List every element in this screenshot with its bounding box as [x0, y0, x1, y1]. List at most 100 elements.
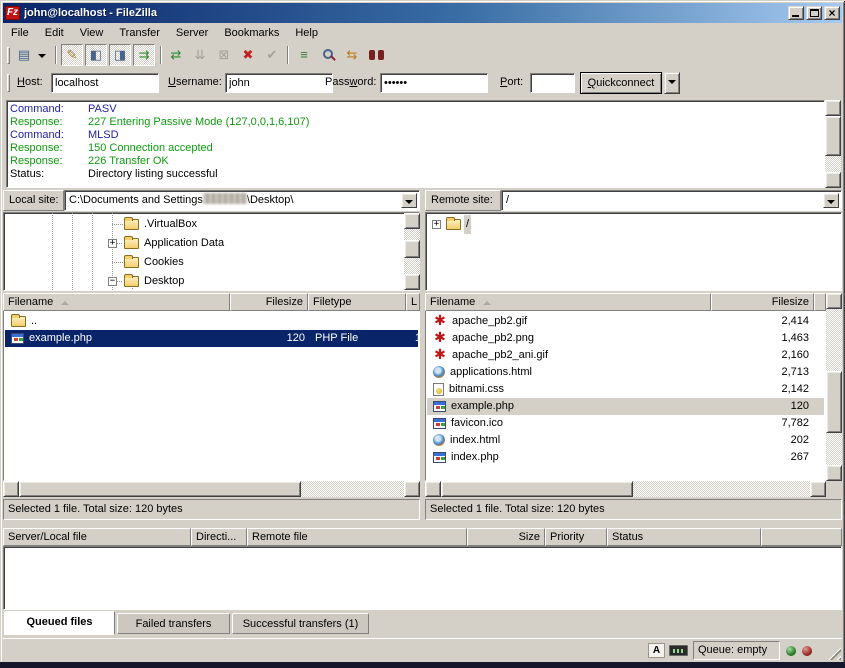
transfer-type-icon[interactable]: A [648, 643, 665, 658]
scroll-left-button[interactable] [3, 481, 19, 497]
find-button[interactable] [365, 44, 387, 66]
scrollbar-thumb[interactable] [404, 240, 420, 258]
local-column-filetype[interactable]: Filetype [308, 293, 406, 311]
tree-item[interactable]: + Application Data [4, 234, 419, 253]
scroll-down-button[interactable] [404, 274, 420, 290]
scrollbar-thumb[interactable] [825, 116, 841, 156]
list-item[interactable]: .. [5, 313, 418, 330]
tree-item[interactable]: .VirtualBox [4, 215, 419, 234]
list-item[interactable]: bitnami.css 2,142 [427, 381, 824, 398]
toggle-local-tree-button[interactable]: ◧ [85, 44, 107, 66]
scroll-down-button[interactable] [826, 465, 842, 481]
menu-bookmarks[interactable]: Bookmarks [216, 25, 287, 41]
process-queue-button[interactable]: ⇊ [189, 44, 211, 66]
expand-icon[interactable]: + [432, 220, 441, 229]
title-bar[interactable]: Fz john@localhost - FileZilla × [3, 3, 842, 23]
tree-item[interactable]: Cookies [4, 253, 419, 272]
disconnect-button[interactable]: ✖ [237, 44, 259, 66]
local-tree-scrollbar[interactable] [404, 213, 420, 290]
filezilla-icon[interactable]: Fz [5, 6, 20, 20]
list-item[interactable]: favicon.ico 7,782 [427, 415, 824, 432]
local-hscrollbar[interactable] [3, 481, 420, 497]
queue-column-direction[interactable]: Directi... [191, 528, 247, 546]
file-name: bitnami.css [449, 383, 504, 395]
maximize-button[interactable] [806, 6, 822, 20]
filter-button[interactable]: ≡ [293, 44, 315, 66]
quickconnect-dropdown-button[interactable] [664, 72, 680, 94]
minimize-button[interactable] [788, 6, 804, 20]
toolbar-grip[interactable] [7, 47, 10, 64]
sync-browse-button[interactable]: ⇆ [341, 44, 363, 66]
tree-item[interactable]: + / [426, 215, 841, 234]
transfer-queue-list[interactable] [3, 546, 842, 610]
queue-column-serverlocal[interactable]: Server/Local file [3, 528, 191, 546]
cancel-button[interactable]: ⊠ [213, 44, 235, 66]
list-item[interactable]: example.php 120 PHP File 1 [5, 330, 418, 347]
toggle-log-button[interactable]: ✎ [61, 44, 83, 66]
scroll-right-button[interactable] [810, 481, 826, 497]
scrollbar-thumb[interactable] [19, 481, 301, 497]
quickconnect-button[interactable]: Quickconnect [580, 72, 662, 94]
reconnect-button[interactable]: ✔ [261, 44, 283, 66]
scroll-up-button[interactable] [404, 213, 420, 229]
username-input[interactable] [225, 73, 333, 93]
tree-item[interactable]: − Desktop [4, 272, 419, 291]
remote-hscrollbar[interactable] [425, 481, 826, 497]
queue-column-status[interactable]: Status [607, 528, 761, 546]
local-site-dropdown-button[interactable] [401, 193, 417, 208]
host-input[interactable] [51, 73, 159, 93]
site-manager-dropdown-button[interactable] [35, 44, 49, 66]
refresh-button[interactable]: ⇄ [165, 44, 187, 66]
local-column-filename[interactable]: Filename [3, 293, 230, 311]
list-item[interactable]: apache_pb2.gif 2,414 [427, 313, 824, 330]
file-search-button[interactable] [317, 44, 339, 66]
list-item[interactable]: index.html 202 [427, 432, 824, 449]
scroll-up-button[interactable] [826, 293, 842, 309]
close-button[interactable]: × [824, 6, 840, 20]
scroll-down-button[interactable] [825, 172, 841, 188]
queue-column-priority[interactable]: Priority [545, 528, 607, 546]
tab-failed-transfers[interactable]: Failed transfers [117, 613, 230, 634]
list-item[interactable]: applications.html 2,713 [427, 364, 824, 381]
scroll-left-button[interactable] [425, 481, 441, 497]
menu-transfer[interactable]: Transfer [111, 25, 168, 41]
local-site-combobox[interactable]: C:\Documents and Settings\Desktop\ [64, 190, 420, 211]
list-item[interactable]: apache_pb2_ani.gif 2,160 [427, 347, 824, 364]
menu-server[interactable]: Server [168, 25, 216, 41]
site-manager-button[interactable]: ▤ [13, 44, 35, 66]
tab-queued-files[interactable]: Queued files [4, 611, 115, 635]
local-column-lastmodified[interactable]: L [406, 293, 420, 311]
log-scrollbar[interactable] [825, 100, 841, 188]
queue-column-size[interactable]: Size [467, 528, 545, 546]
remote-column-filename[interactable]: Filename [425, 293, 711, 311]
expand-icon[interactable]: + [108, 239, 117, 248]
scrollbar-thumb[interactable] [826, 371, 842, 433]
list-item[interactable]: apache_pb2.png 1,463 [427, 330, 824, 347]
search-icon [323, 49, 333, 59]
password-input[interactable] [380, 73, 488, 93]
remote-site-dropdown-button[interactable] [823, 193, 839, 208]
quickbar-grip[interactable] [7, 74, 10, 92]
list-item[interactable]: index.php 267 [427, 449, 824, 466]
scroll-up-button[interactable] [825, 100, 841, 116]
menu-edit[interactable]: Edit [37, 25, 72, 41]
remote-column-filesize[interactable]: Filesize [711, 293, 814, 311]
resize-grip[interactable] [824, 643, 841, 660]
menu-file[interactable]: File [3, 25, 37, 41]
menu-help[interactable]: Help [287, 25, 326, 41]
toggle-remote-tree-button[interactable]: ◨ [109, 44, 131, 66]
toggle-queue-button[interactable]: ⇉ [133, 44, 155, 66]
local-column-filesize[interactable]: Filesize [230, 293, 308, 311]
log-view-icon: ✎ [67, 47, 78, 62]
scroll-right-button[interactable] [404, 481, 420, 497]
remote-list-scrollbar[interactable] [826, 293, 842, 481]
remote-site-combobox[interactable]: / [501, 190, 842, 211]
collapse-icon[interactable]: − [108, 277, 117, 286]
port-input[interactable] [530, 73, 575, 93]
tab-successful-transfers[interactable]: Successful transfers (1) [232, 613, 369, 634]
menu-view[interactable]: View [72, 25, 112, 41]
scrollbar-thumb[interactable] [441, 481, 633, 497]
speedlimit-icon[interactable] [669, 645, 688, 656]
queue-column-remotefile[interactable]: Remote file [247, 528, 467, 546]
list-item[interactable]: example.php 120 [427, 398, 824, 415]
